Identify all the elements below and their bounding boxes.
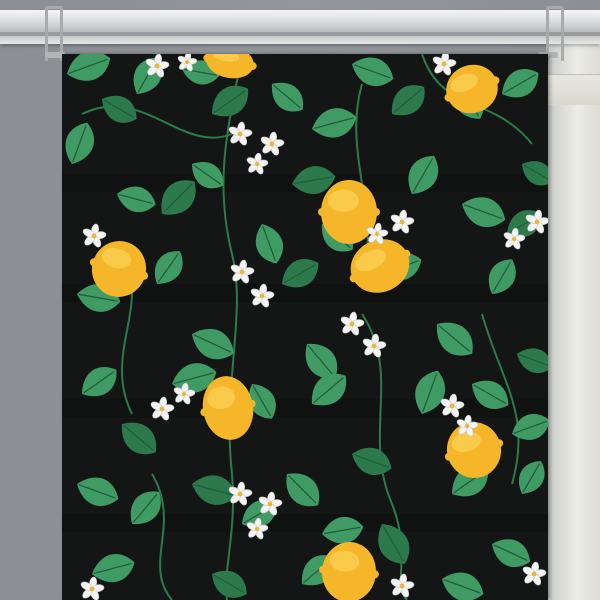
curtain-rail xyxy=(0,10,600,44)
fabric-fold-shadow xyxy=(62,399,548,417)
curtain-scene xyxy=(0,0,600,600)
lemon-print-panel xyxy=(62,54,548,600)
window-sill xyxy=(548,74,600,105)
lemon-pattern-fabric xyxy=(62,54,548,600)
rail-slot xyxy=(0,32,600,36)
window-frame xyxy=(548,34,600,600)
